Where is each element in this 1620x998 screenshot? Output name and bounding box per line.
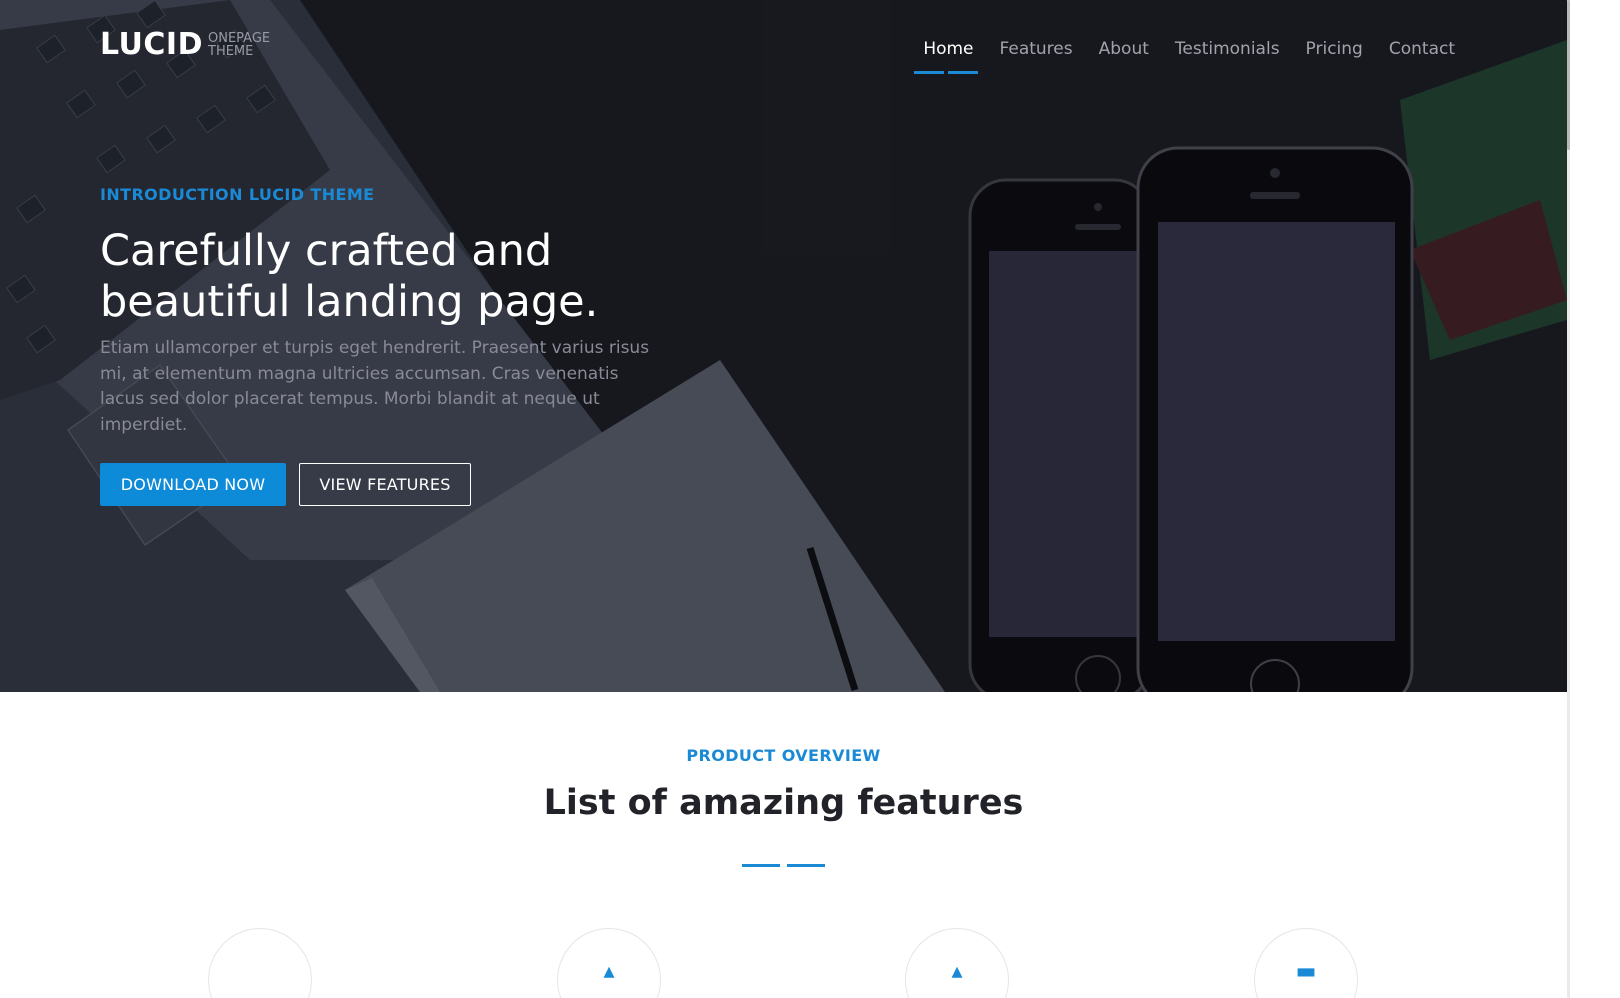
nav-item-features[interactable]: Features xyxy=(1000,38,1073,74)
features-title: List of amazing features xyxy=(543,783,1024,823)
page-scrollbar[interactable] xyxy=(1567,0,1620,998)
hero-headline: Carefully crafted and beautiful landing … xyxy=(100,226,720,328)
features-section: PRODUCT OVERVIEW List of amazing feature… xyxy=(0,692,1567,998)
scrollbar-thumb[interactable] xyxy=(1567,0,1570,150)
feature-icon-circle-4: ▬ xyxy=(1254,928,1358,998)
brand-tagline-line2: THEME xyxy=(208,44,254,59)
feature-icon-3: ▴ xyxy=(951,959,963,984)
brand-logo[interactable]: LUCID ONEPAGE THEME xyxy=(100,28,270,62)
hero-headline-line1: Carefully crafted and xyxy=(100,226,553,276)
nav-item-testimonials[interactable]: Testimonials xyxy=(1175,38,1280,74)
hero-eyebrow: INTRODUCTION LUCID THEME xyxy=(100,185,375,204)
hero-headline-line2: beautiful landing page. xyxy=(100,277,599,327)
download-now-button[interactable]: DOWNLOAD NOW xyxy=(100,463,286,506)
hero-section: LUCID ONEPAGE THEME Home Features About … xyxy=(0,0,1567,692)
view-features-button[interactable]: VIEW FEATURES xyxy=(299,463,471,506)
features-eyebrow: PRODUCT OVERVIEW xyxy=(686,746,881,765)
feature-icon-circle-1 xyxy=(208,928,312,998)
section-divider xyxy=(742,864,825,867)
nav-item-about[interactable]: About xyxy=(1099,38,1149,74)
feature-icon-2: ▴ xyxy=(603,959,615,984)
nav-item-home[interactable]: Home xyxy=(914,38,979,74)
nav-item-contact[interactable]: Contact xyxy=(1389,38,1455,74)
main-nav: Home Features About Testimonials Pricing… xyxy=(897,38,1455,74)
feature-icon-circle-3: ▴ xyxy=(905,928,1009,998)
hero-lead-text: Etiam ullamcorper et turpis eget hendrer… xyxy=(100,338,650,435)
feature-icon-circle-2: ▴ xyxy=(557,928,661,998)
brand-tagline: ONEPAGE THEME xyxy=(208,32,270,58)
brand-name: LUCID xyxy=(100,27,203,62)
feature-icon-4: ▬ xyxy=(1295,959,1317,984)
nav-item-pricing[interactable]: Pricing xyxy=(1306,38,1363,74)
